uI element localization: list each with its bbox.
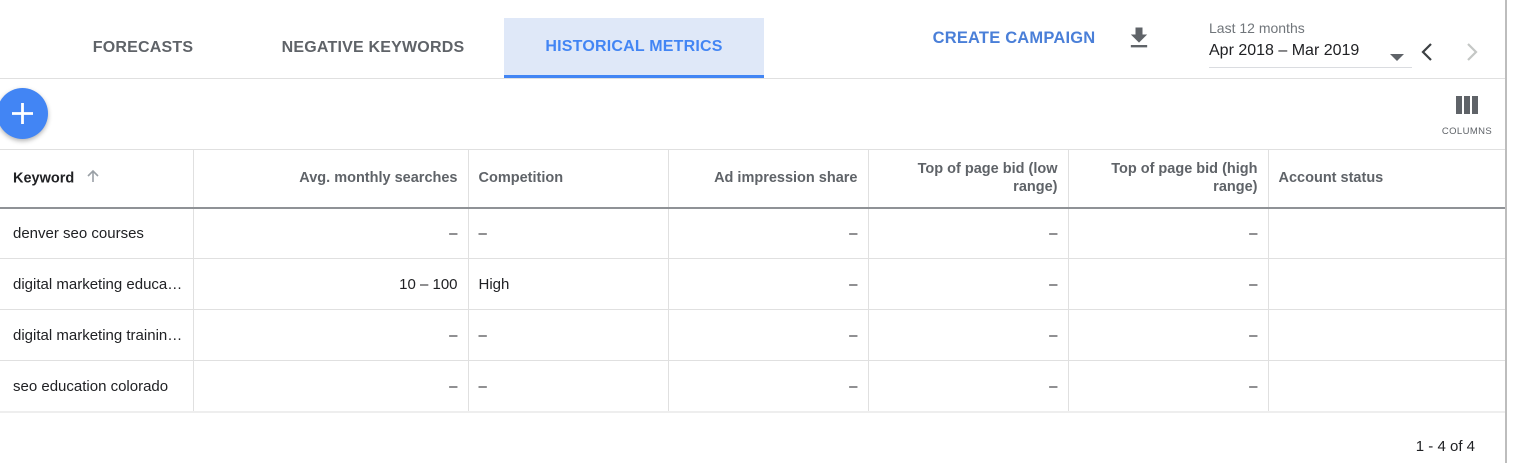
- cell-keyword: digital marketing educa…: [0, 258, 194, 310]
- table-row[interactable]: seo education colorado – – – – –: [0, 360, 1505, 412]
- download-icon[interactable]: [1125, 24, 1153, 52]
- tab-forecasts[interactable]: FORECASTS: [47, 18, 239, 78]
- date-range-label: Last 12 months: [1209, 20, 1305, 36]
- cell-top-bid-high: –: [1068, 258, 1269, 310]
- columns-label: COLUMNS: [1441, 126, 1493, 137]
- table-row[interactable]: digital marketing educa… 10 – 100 High –…: [0, 258, 1505, 310]
- cell-ad-impression-share: –: [668, 258, 869, 310]
- tab-negative-keywords[interactable]: NEGATIVE KEYWORDS: [262, 18, 484, 78]
- cell-ad-impression-share: –: [668, 360, 869, 412]
- columns-button[interactable]: COLUMNS: [1436, 92, 1498, 142]
- keyword-metrics-table: Keyword Avg. monthly searches Competitio…: [0, 149, 1505, 412]
- cell-keyword: denver seo courses: [0, 207, 194, 259]
- table-row[interactable]: denver seo courses – – – – –: [0, 207, 1505, 259]
- table-row[interactable]: digital marketing trainin… – – – – –: [0, 309, 1505, 361]
- sort-arrow-up-icon[interactable]: [86, 169, 100, 188]
- cell-top-bid-high: –: [1068, 360, 1269, 412]
- column-header-keyword-label: Keyword: [13, 170, 75, 187]
- cell-ad-impression-share: –: [668, 309, 869, 361]
- create-campaign-button[interactable]: CREATE CAMPAIGN: [924, 22, 1104, 54]
- cell-competition: –: [468, 309, 669, 361]
- chevron-right-icon[interactable]: [1460, 38, 1484, 66]
- column-header-keyword[interactable]: Keyword: [0, 149, 194, 208]
- cell-ad-impression-share: –: [668, 207, 869, 259]
- cell-avg-monthly-searches: –: [193, 309, 469, 361]
- column-header-ad-impression-share[interactable]: Ad impression share: [668, 149, 869, 208]
- cell-top-bid-high: –: [1068, 309, 1269, 361]
- cell-account-status: [1268, 208, 1505, 259]
- table-bottom-divider: [0, 411, 1505, 413]
- tab-historical-metrics[interactable]: HISTORICAL METRICS: [504, 18, 764, 78]
- pagination-summary: 1 - 4 of 4: [1415, 438, 1475, 455]
- tab-bar: FORECASTS NEGATIVE KEYWORDS HISTORICAL M…: [0, 0, 1505, 79]
- plus-icon: [12, 103, 33, 124]
- column-header-avg-monthly-searches[interactable]: Avg. monthly searches: [193, 149, 469, 208]
- column-header-competition[interactable]: Competition: [468, 149, 669, 208]
- cell-account-status: [1268, 361, 1505, 412]
- columns-icon: [1456, 96, 1478, 114]
- cell-keyword: digital marketing trainin…: [0, 309, 194, 361]
- cell-avg-monthly-searches: 10 – 100: [193, 258, 469, 310]
- cell-competition: –: [468, 207, 669, 259]
- cell-top-bid-low: –: [868, 360, 1069, 412]
- cell-keyword: seo education colorado: [0, 360, 194, 412]
- cell-avg-monthly-searches: –: [193, 360, 469, 412]
- chevron-down-icon: [1390, 49, 1404, 67]
- cell-top-bid-low: –: [868, 309, 1069, 361]
- cell-account-status: [1268, 259, 1505, 310]
- column-header-top-bid-low[interactable]: Top of page bid (low range): [868, 149, 1069, 208]
- table-header-row: Keyword Avg. monthly searches Competitio…: [0, 149, 1505, 208]
- cell-avg-monthly-searches: –: [193, 207, 469, 259]
- column-header-top-bid-high[interactable]: Top of page bid (high range): [1068, 149, 1269, 208]
- cell-top-bid-low: –: [868, 207, 1069, 259]
- cell-top-bid-low: –: [868, 258, 1069, 310]
- cell-competition: High: [468, 258, 669, 310]
- cell-competition: –: [468, 360, 669, 412]
- cell-top-bid-high: –: [1068, 207, 1269, 259]
- date-range-select[interactable]: Apr 2018 – Mar 2019: [1209, 41, 1412, 68]
- date-range-value: Apr 2018 – Mar 2019: [1209, 42, 1360, 59]
- add-keyword-button[interactable]: [0, 88, 48, 139]
- chevron-left-icon[interactable]: [1416, 38, 1440, 66]
- window-edge: [1505, 0, 1507, 463]
- column-header-account-status[interactable]: Account status: [1268, 150, 1505, 208]
- cell-account-status: [1268, 310, 1505, 361]
